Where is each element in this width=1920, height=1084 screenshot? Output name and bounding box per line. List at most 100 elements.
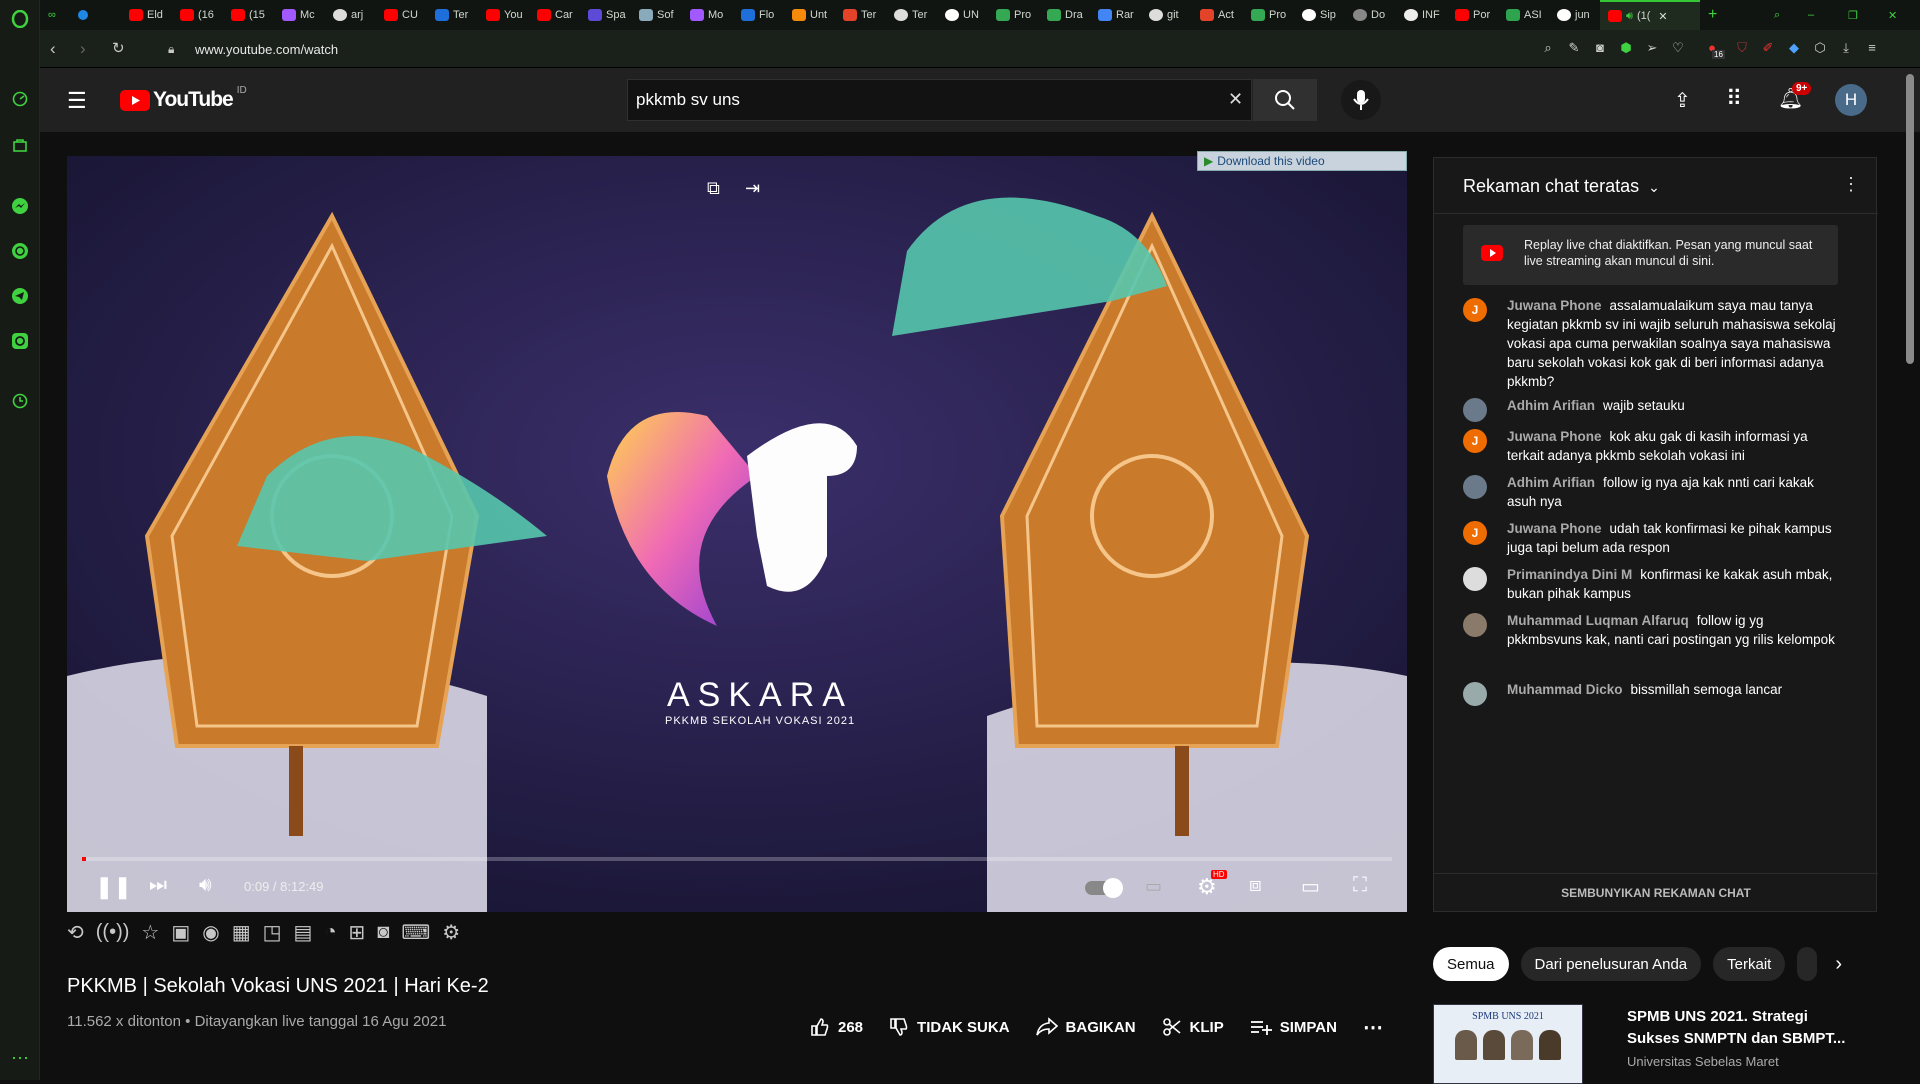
tab[interactable]: Rar [1090,0,1141,30]
tab[interactable]: Eld [121,0,172,30]
voice-search-button[interactable] [1341,80,1381,120]
broadcast-icon[interactable]: ((•)) [96,921,130,944]
tab[interactable]: jun [1549,0,1600,30]
cube-icon[interactable]: ⬡ [1812,40,1828,56]
instagram-icon[interactable] [9,330,31,352]
tab[interactable]: ASI [1498,0,1549,30]
more-icon[interactable]: ⋯ [9,1047,31,1069]
tab[interactable]: Sip [1294,0,1345,30]
speaker-icon[interactable]: 🔊︎ [1626,10,1633,23]
tab-search-icon[interactable]: ⌕ [1766,0,1800,30]
tab[interactable]: (15 [223,0,274,30]
chat-author[interactable]: Juwana Phone [1507,298,1602,313]
popout-icon[interactable]: ⧉ [707,178,720,199]
tab-active[interactable]: 🔊︎ (1( ✕ [1600,0,1700,30]
avatar[interactable] [1463,475,1487,499]
pen-extension-icon[interactable]: ✐ [1760,40,1776,56]
subtitles-icon[interactable]: ▭ [1145,876,1162,897]
avatar[interactable] [1463,682,1487,706]
chat-menu-icon[interactable]: ⋮ [1842,174,1860,195]
history-icon[interactable] [9,390,31,412]
tab[interactable] [70,0,121,30]
tab[interactable]: Spa [580,0,631,30]
theater-mode-icon[interactable]: ▭ [1301,874,1320,899]
adblock-icon[interactable]: ⛉ [1734,40,1750,56]
save-button[interactable]: SIMPAN [1250,1017,1337,1037]
tab[interactable]: Act [1192,0,1243,30]
search-button[interactable] [1253,79,1317,121]
tab[interactable]: Flo [733,0,784,30]
heart-icon[interactable]: ♡ [1670,40,1686,56]
chip-related[interactable]: Terkait [1713,947,1786,981]
avatar[interactable] [1463,613,1487,637]
screenshot-icon[interactable]: ◙ [377,921,389,944]
tab[interactable]: CU [376,0,427,30]
telegram-icon[interactable] [9,285,31,307]
tab[interactable]: Por [1447,0,1498,30]
picture-in-picture-icon[interactable]: ◳ [263,920,282,945]
youtube-logo[interactable]: YouTube ID [120,85,247,112]
chat-author[interactable]: Muhammad Dicko [1507,682,1623,697]
chat-author[interactable]: Muhammad Luqman Alfaruq [1507,613,1689,628]
miniplayer-icon[interactable]: ⧈ [1249,874,1262,897]
whatsapp-icon[interactable] [9,240,31,262]
messenger-icon[interactable] [9,195,31,217]
clip-button[interactable]: KLIP [1162,1017,1224,1037]
hide-chat-button[interactable]: SEMBUNYIKAN REKAMAN CHAT [1434,873,1878,911]
fullscreen-icon[interactable]: ⛶ [1353,874,1367,897]
tab[interactable]: Ter [835,0,886,30]
tab[interactable]: Unt [784,0,835,30]
progress-bar[interactable] [82,857,1392,861]
tab[interactable]: UN [937,0,988,30]
tab[interactable]: (16 [172,0,223,30]
opera-logo-icon[interactable] [9,8,31,30]
tab[interactable]: INF [1396,0,1447,30]
chat-author[interactable]: Adhim Arifian [1507,398,1595,413]
avatar[interactable]: J [1463,429,1487,453]
frames-icon[interactable]: ▤ [294,920,313,945]
loop-icon[interactable]: ⟲ [67,920,84,945]
avatar[interactable]: H [1835,84,1867,116]
diamond-icon[interactable]: ◆ [1786,40,1802,56]
view-icon[interactable]: ◉ [202,920,219,945]
restore-icon[interactable]: ❐ [1840,0,1880,30]
page-scrollbar[interactable] [1906,74,1914,364]
chip-more[interactable] [1797,947,1818,981]
tools-settings-icon[interactable]: ⚙ [442,920,460,945]
snapshot-icon[interactable]: ◙ [1592,40,1608,56]
download-video-button[interactable]: ▶ Download this video [1197,151,1407,171]
shopping-icon[interactable] [9,134,31,156]
search-page-icon[interactable]: ⌕ [1540,40,1556,56]
hamburger-icon[interactable]: ☰ [67,88,87,114]
chat-author[interactable]: Primanindya Dini M [1507,567,1632,582]
tab[interactable]: You [478,0,529,30]
tab[interactable]: arj [325,0,376,30]
chat-author[interactable]: Juwana Phone [1507,521,1602,536]
reload-icon[interactable]: ↻ [112,39,125,57]
autoplay-toggle[interactable] [1085,878,1123,898]
add-icon[interactable]: ⊞ [349,920,366,945]
tab[interactable]: Mo [682,0,733,30]
captions-off-icon[interactable]: ▣ [171,920,190,945]
film-icon[interactable]: ▦ [232,920,251,945]
apps-grid-icon[interactable]: ⠿ [1726,86,1742,112]
tab[interactable]: Dra [1039,0,1090,30]
video-thumbnail[interactable]: SPMB UNS 2021 [1433,1004,1583,1084]
avatar[interactable] [1463,567,1487,591]
chat-mode-dropdown[interactable]: Rekaman chat teratas ⌄ [1463,176,1660,197]
volume-icon[interactable]: 🔊︎ [199,874,212,897]
recommended-title[interactable]: SPMB UNS 2021. Strategi Sukses SNMPTN da… [1627,1006,1857,1050]
like-button[interactable]: 268 [810,1017,863,1037]
chat-author[interactable]: Juwana Phone [1507,429,1602,444]
tab[interactable]: Car [529,0,580,30]
shield-icon[interactable]: ⬢ [1618,40,1634,56]
minimize-icon[interactable]: – [1800,0,1840,30]
new-tab-button[interactable]: + [1700,0,1730,30]
chip-all[interactable]: Semua [1433,947,1509,981]
video-player[interactable]: ASKARA PKKMB SEKOLAH VOKASI 2021 ⧉ ⇥ [67,156,1407,912]
enter-icon[interactable]: ⇥ [745,178,760,199]
tab[interactable]: Mc [274,0,325,30]
tab[interactable]: Ter [427,0,478,30]
avatar[interactable]: J [1463,521,1487,545]
next-icon[interactable]: ⏭︎ [149,874,167,897]
